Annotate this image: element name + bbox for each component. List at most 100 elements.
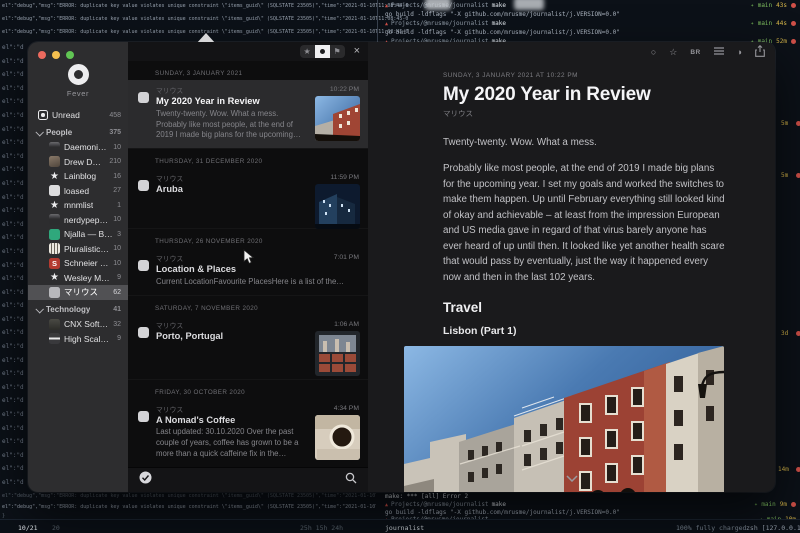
minimize-traffic-light[interactable] xyxy=(52,51,60,59)
status-dot-icon xyxy=(791,39,796,44)
sidebar-item-wesley-moore[interactable]: ★ Wesley Moore 9 xyxy=(28,271,128,286)
status-uptimes: 25h 15h 24h xyxy=(300,524,343,532)
article-row-aruba[interactable]: マリウス Aruba 11:59 PM xyxy=(128,168,368,228)
feed-favicon-njalla-icon xyxy=(49,229,60,240)
list-bottom-toolbar xyxy=(128,467,368,492)
mouse-cursor xyxy=(243,249,255,265)
article-row-my-2020-year-in-review[interactable]: マリウス My 2020 Year in Review Twenty-twent… xyxy=(128,80,368,148)
scroll-down-button[interactable] xyxy=(566,469,578,487)
feed-favicon-star-icon: ★ xyxy=(49,171,60,182)
terminal-build-line: go build -ldflags "-X github.com/mrusme/… xyxy=(385,509,796,516)
flagged-filter-button[interactable]: ⚑ xyxy=(330,45,345,58)
filter-segmented-control: ★ ⚑ xyxy=(300,45,345,58)
close-button[interactable]: × xyxy=(354,46,360,57)
pane-indicator: 20 xyxy=(52,524,60,532)
feed-nav: Unread 458 People 375 Daemonic Dispatche… xyxy=(28,108,128,346)
date-header: SATURDAY, 7 NOVEMBER 2020 xyxy=(128,296,368,315)
appearance-toggle-button[interactable]: ◑ xyxy=(737,47,742,57)
article-heading-travel: Travel xyxy=(443,300,725,315)
status-dot-icon xyxy=(791,502,796,507)
terminal-log-line: el":"debug","msg":"ERROR: duplicate key … xyxy=(2,504,376,510)
sidebar-item-njalla-blog[interactable]: Njalla — Blog 3 xyxy=(28,227,128,242)
list-toolbar: ★ ⚑ × xyxy=(128,42,368,61)
terminal-build-line: go build -ldflags "-X github.com/mrusme/… xyxy=(385,29,796,36)
feed-favicon-icon xyxy=(49,185,60,196)
date-header: FRIDAY, 30 OCTOBER 2020 xyxy=(128,380,368,399)
share-button[interactable] xyxy=(755,45,765,59)
sidebar-item-schneier-on-security[interactable]: S Schneier on Security 10 xyxy=(28,256,128,271)
feed-favicon-book-icon xyxy=(49,243,60,254)
feed-favicon-star-icon: ★ xyxy=(49,200,60,211)
article-photo-lisbon xyxy=(404,346,724,492)
sidebar-group-people[interactable]: People 375 xyxy=(28,126,128,141)
mark-read-circle-button[interactable]: ○ xyxy=(651,47,656,57)
date-header: SUNDAY, 3 JANUARY 2021 xyxy=(128,61,368,80)
feed-favicon-console-icon xyxy=(49,214,60,225)
article-row-porto-portugal[interactable]: マリウス Porto, Portugal 1:06 AM xyxy=(128,315,368,379)
unread-checkbox[interactable] xyxy=(138,92,149,103)
desktop: el":"debug","msg":"ERROR: duplicate key … xyxy=(0,0,800,533)
unread-checkbox[interactable] xyxy=(138,260,149,271)
tmux-pane-divider xyxy=(377,0,378,42)
date-header: THURSDAY, 31 DECEMBER 2020 xyxy=(128,149,368,168)
sidebar-item-lainblog[interactable]: ★ Lainblog 16 xyxy=(28,169,128,184)
feed-favicon-cnx-icon xyxy=(49,319,60,330)
unread-checkbox[interactable] xyxy=(138,411,149,422)
sidebar-item-mnmlist[interactable]: ★ mnmlist 1 xyxy=(28,198,128,213)
star-article-button[interactable]: ☆ xyxy=(669,47,677,58)
app-name: Fever xyxy=(28,89,128,98)
fever-logo xyxy=(68,64,89,85)
feed-favicon-star-icon: ★ xyxy=(49,272,60,283)
article-row-a-nomads-coffee[interactable]: マリウス A Nomad's Coffee Last updated: 30.1… xyxy=(128,399,368,467)
battery-status: 100% fully charged xyxy=(676,524,746,532)
sidebar-item-unread[interactable]: Unread 458 xyxy=(28,108,128,123)
sidebar-item-daemonic-dispatches[interactable]: Daemonic Dispatches 10 xyxy=(28,140,128,155)
unread-icon xyxy=(38,110,48,120)
shell-host: zsh [127.0.0.1] xyxy=(746,524,800,532)
feed-favicon-icon xyxy=(49,287,60,298)
unread-checkbox[interactable] xyxy=(138,180,149,191)
status-session: journalist xyxy=(385,524,424,532)
chevron-down-icon xyxy=(35,305,43,313)
feed-favicon-icon xyxy=(49,333,60,344)
article-content: SUNDAY, 3 JANUARY 2021 AT 10:22 PM My 20… xyxy=(368,62,775,492)
zoom-traffic-light[interactable] xyxy=(66,51,74,59)
unread-filter-button[interactable] xyxy=(315,45,330,58)
sidebar-item-marius[interactable]: マリウス 62 xyxy=(28,285,128,300)
article-subheading-lisbon: Lisbon (Part 1) xyxy=(443,325,725,337)
search-button[interactable] xyxy=(345,471,357,489)
feed-favicon-avatar-icon xyxy=(49,156,60,167)
git-branch-label: main xyxy=(750,2,772,9)
reader-toolbar: ○ ☆ BR ◑ xyxy=(368,42,775,62)
sidebar-item-high-scalability[interactable]: High Scalability 9 xyxy=(28,332,128,347)
terminal-error-line: make: *** [all] Error 2 xyxy=(385,493,796,500)
sidebar-item-drew-devaults-blog[interactable]: Drew DeVault's blog 210 xyxy=(28,155,128,170)
sidebar-item-nerdypeppers-phlog[interactable]: nerdypepper's phlog 10 xyxy=(28,213,128,228)
menubar-glare xyxy=(514,0,544,10)
unread-checkbox[interactable] xyxy=(138,327,149,338)
article-list-pane: ★ ⚑ × SUNDAY, 3 JANUARY 2021 マリウス My xyxy=(128,42,368,492)
starred-filter-button[interactable]: ★ xyxy=(300,45,315,58)
sidebar-item-loased[interactable]: loased 27 xyxy=(28,184,128,199)
feed-favicon-schneier-icon: S xyxy=(49,258,60,269)
chevron-down-icon xyxy=(35,128,43,136)
sidebar-item-cnx-software[interactable]: CNX Software – Emb… 32 xyxy=(28,317,128,332)
menubar-glare xyxy=(425,0,451,10)
mark-all-read-button[interactable] xyxy=(139,471,152,489)
tmux-status-bar: 10/21 20 25h 15h 24h journalist 100% ful… xyxy=(0,519,800,533)
terminal-build-line: go build -ldflags "-X github.com/mrusme/… xyxy=(385,11,796,18)
sidebar-item-pluralistic[interactable]: Pluralistic: Daily links… 10 xyxy=(28,242,128,257)
text-settings-button[interactable] xyxy=(714,47,724,58)
article-paragraph: Probably like most people, at the end of… xyxy=(443,161,725,285)
window-indicator: 10/21 xyxy=(18,524,38,532)
bionic-reading-button[interactable]: BR xyxy=(690,49,700,56)
article-thumbnail-porto xyxy=(315,331,360,376)
close-traffic-light[interactable] xyxy=(38,51,46,59)
terminal-log-line: el":"debug","msg":"ERROR: duplicate key … xyxy=(2,3,408,9)
terminal-edge-fragment: 5m xyxy=(781,172,800,179)
article-thumbnail-lisbon xyxy=(315,96,360,141)
article-title: My 2020 Year in Review xyxy=(443,84,725,106)
terminal-prompt-line: Projects/@mrusme/journalistmake main9m xyxy=(385,501,796,508)
article-dateline: SUNDAY, 3 JANUARY 2021 AT 10:22 PM xyxy=(443,72,725,79)
sidebar-group-technology[interactable]: Technology 41 xyxy=(28,303,128,318)
